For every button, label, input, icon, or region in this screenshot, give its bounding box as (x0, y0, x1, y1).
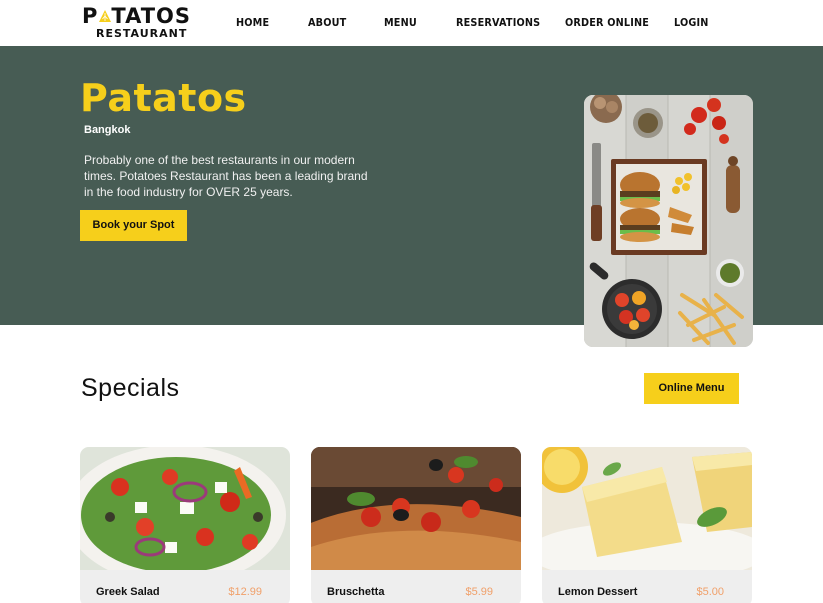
special-name: Bruschetta (327, 586, 385, 598)
special-card-greek-salad[interactable]: Greek Salad $12.99 (80, 447, 290, 603)
special-name: Greek Salad (96, 586, 160, 598)
nav-order-online[interactable]: ORDER ONLINE (565, 16, 649, 30)
nav-login[interactable]: LOGIN (674, 16, 709, 30)
lemon-slice-icon (99, 10, 111, 22)
nav-home[interactable]: HOME (236, 16, 269, 30)
hero-food-image (584, 95, 753, 347)
burger-platter-image (584, 95, 753, 347)
hero-title: Patatos (80, 76, 247, 120)
bruschetta-image (311, 447, 521, 570)
special-price: $5.99 (465, 586, 493, 598)
logo-subtitle: RESTAURANT (96, 27, 188, 40)
nav-reservations[interactable]: RESERVATIONS (456, 16, 540, 30)
special-card-lemon-dessert[interactable]: Lemon Dessert $5.00 (542, 447, 752, 603)
hero-description: Probably one of the best restaurants in … (84, 153, 368, 199)
special-price: $5.00 (696, 586, 724, 598)
nav-about[interactable]: ABOUT (308, 16, 346, 30)
special-price: $12.99 (228, 586, 262, 598)
hero-location: Bangkok (84, 124, 131, 136)
specials-heading: Specials (81, 374, 180, 402)
nav-menu[interactable]: MENU (384, 16, 417, 30)
special-name: Lemon Dessert (558, 586, 638, 598)
greek-salad-image (80, 447, 290, 570)
lemon-dessert-image (542, 447, 752, 570)
special-card-bruschetta[interactable]: Bruschetta $5.99 (311, 447, 521, 603)
top-nav: P TATOS RESTAURANT HOME ABOUT MENU RESERV… (0, 0, 823, 46)
hero-section: Patatos Bangkok Probably one of the best… (0, 46, 823, 347)
online-menu-button[interactable]: Online Menu (644, 373, 739, 404)
book-spot-button[interactable]: Book your Spot (80, 210, 187, 241)
brand-logo[interactable]: P TATOS RESTAURANT (82, 4, 190, 44)
